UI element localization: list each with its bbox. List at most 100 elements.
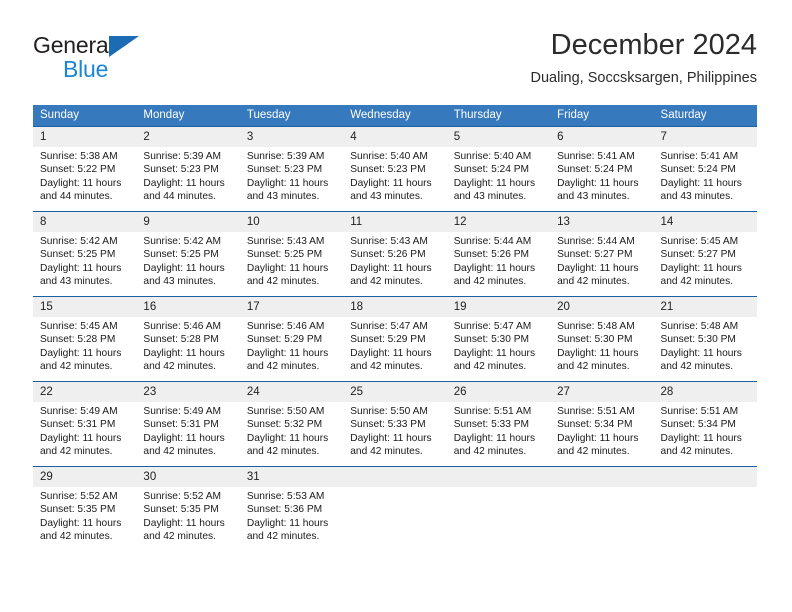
sunrise-text: Sunrise: 5:45 AM bbox=[660, 236, 739, 247]
sunset-text: Sunset: 5:23 PM bbox=[246, 164, 323, 176]
page-subtitle: Dualing, Soccsksargen, Philippines bbox=[530, 70, 758, 86]
day-cell[interactable]: 21 Sunrise: 5:48 AM Sunset: 5:30 PM Dayl… bbox=[653, 296, 757, 382]
daylight-text-line2: and 42 minutes. bbox=[453, 446, 527, 458]
sunrise-text: Sunrise: 5:40 AM bbox=[453, 151, 532, 162]
day-details: Sunrise: 5:39 AM Sunset: 5:23 PM Dayligh… bbox=[136, 147, 239, 204]
sunrise-text: Sunrise: 5:47 AM bbox=[350, 321, 428, 332]
day-number: 5 bbox=[446, 127, 551, 147]
day-cell-empty bbox=[446, 466, 551, 551]
day-cell[interactable]: 7 Sunrise: 5:41 AM Sunset: 5:24 PM Dayli… bbox=[653, 126, 757, 212]
sunrise-text: Sunrise: 5:51 AM bbox=[453, 406, 532, 417]
day-cell[interactable]: 1 Sunrise: 5:38 AM Sunset: 5:22 PM Dayli… bbox=[33, 126, 137, 212]
daylight-text-line1: Daylight: 11 hours bbox=[143, 432, 225, 444]
sunset-text: Sunset: 5:30 PM bbox=[660, 334, 736, 346]
daylight-text-line1: Daylight: 11 hours bbox=[660, 177, 742, 189]
calendar-week-row: 8 Sunrise: 5:42 AM Sunset: 5:25 PM Dayli… bbox=[33, 211, 757, 297]
day-cell[interactable]: 8 Sunrise: 5:42 AM Sunset: 5:25 PM Dayli… bbox=[33, 211, 137, 297]
daylight-text-line2: and 42 minutes. bbox=[246, 531, 320, 543]
day-cell[interactable]: 20 Sunrise: 5:48 AM Sunset: 5:30 PM Dayl… bbox=[550, 296, 654, 382]
weekday-header-thursday: Thursday bbox=[446, 105, 551, 127]
day-cell[interactable]: 26 Sunrise: 5:51 AM Sunset: 5:33 PM Dayl… bbox=[446, 381, 551, 467]
day-number: 26 bbox=[446, 382, 551, 402]
day-cell[interactable]: 28 Sunrise: 5:51 AM Sunset: 5:34 PM Dayl… bbox=[653, 381, 757, 467]
daylight-text-line2: and 43 minutes. bbox=[660, 191, 734, 203]
day-cell[interactable]: 11 Sunrise: 5:43 AM Sunset: 5:26 PM Dayl… bbox=[343, 211, 447, 297]
weekday-header-friday: Friday bbox=[550, 105, 654, 127]
sunset-text: Sunset: 5:29 PM bbox=[246, 334, 323, 346]
calendar-week-row: 22 Sunrise: 5:49 AM Sunset: 5:31 PM Dayl… bbox=[33, 381, 757, 467]
day-cell[interactable]: 29 Sunrise: 5:52 AM Sunset: 5:35 PM Dayl… bbox=[33, 466, 137, 551]
day-number: 2 bbox=[136, 127, 240, 147]
calendar-header-row: Sunday Monday Tuesday Wednesday Thursday… bbox=[33, 105, 757, 127]
day-cell[interactable]: 16 Sunrise: 5:46 AM Sunset: 5:28 PM Dayl… bbox=[136, 296, 240, 382]
day-number: 6 bbox=[550, 127, 654, 147]
sunset-text: Sunset: 5:26 PM bbox=[453, 249, 530, 261]
day-cell[interactable]: 4 Sunrise: 5:40 AM Sunset: 5:23 PM Dayli… bbox=[343, 126, 447, 212]
day-number bbox=[446, 467, 551, 487]
day-cell[interactable]: 24 Sunrise: 5:50 AM Sunset: 5:32 PM Dayl… bbox=[239, 381, 344, 467]
day-cell[interactable]: 12 Sunrise: 5:44 AM Sunset: 5:26 PM Dayl… bbox=[446, 211, 551, 297]
day-cell[interactable]: 19 Sunrise: 5:47 AM Sunset: 5:30 PM Dayl… bbox=[446, 296, 551, 382]
daylight-text-line1: Daylight: 11 hours bbox=[40, 177, 122, 189]
day-number: 10 bbox=[239, 212, 344, 232]
day-cell[interactable]: 10 Sunrise: 5:43 AM Sunset: 5:25 PM Dayl… bbox=[239, 211, 344, 297]
day-cell[interactable]: 6 Sunrise: 5:41 AM Sunset: 5:24 PM Dayli… bbox=[550, 126, 654, 212]
day-cell[interactable]: 5 Sunrise: 5:40 AM Sunset: 5:24 PM Dayli… bbox=[446, 126, 551, 212]
sunrise-text: Sunrise: 5:49 AM bbox=[40, 406, 118, 417]
day-details: Sunrise: 5:38 AM Sunset: 5:22 PM Dayligh… bbox=[33, 147, 136, 204]
day-cell[interactable]: 23 Sunrise: 5:49 AM Sunset: 5:31 PM Dayl… bbox=[136, 381, 240, 467]
day-details: Sunrise: 5:46 AM Sunset: 5:28 PM Dayligh… bbox=[136, 317, 239, 374]
day-cell[interactable]: 18 Sunrise: 5:47 AM Sunset: 5:29 PM Dayl… bbox=[343, 296, 447, 382]
day-cell[interactable]: 27 Sunrise: 5:51 AM Sunset: 5:34 PM Dayl… bbox=[550, 381, 654, 467]
day-cell[interactable]: 30 Sunrise: 5:52 AM Sunset: 5:35 PM Dayl… bbox=[136, 466, 240, 551]
daylight-text-line2: and 44 minutes. bbox=[143, 191, 216, 203]
day-number: 11 bbox=[343, 212, 447, 232]
daylight-text-line2: and 42 minutes. bbox=[350, 276, 423, 288]
daylight-text-line2: and 42 minutes. bbox=[40, 361, 113, 373]
day-cell[interactable]: 9 Sunrise: 5:42 AM Sunset: 5:25 PM Dayli… bbox=[136, 211, 240, 297]
sunset-text: Sunset: 5:23 PM bbox=[350, 164, 426, 176]
day-cell[interactable]: 13 Sunrise: 5:44 AM Sunset: 5:27 PM Dayl… bbox=[550, 211, 654, 297]
day-details: Sunrise: 5:51 AM Sunset: 5:33 PM Dayligh… bbox=[447, 402, 550, 459]
day-cell[interactable]: 31 Sunrise: 5:53 AM Sunset: 5:36 PM Dayl… bbox=[239, 466, 344, 551]
daylight-text-line1: Daylight: 11 hours bbox=[350, 262, 432, 274]
daylight-text-line2: and 42 minutes. bbox=[350, 361, 423, 373]
calendar-week-row: 29 Sunrise: 5:52 AM Sunset: 5:35 PM Dayl… bbox=[33, 466, 757, 551]
daylight-text-line1: Daylight: 11 hours bbox=[40, 432, 122, 444]
page-header: General Blue December 2024 Dualing, Socc… bbox=[33, 28, 757, 98]
daylight-text-line1: Daylight: 11 hours bbox=[557, 262, 639, 274]
day-details: Sunrise: 5:50 AM Sunset: 5:33 PM Dayligh… bbox=[343, 402, 446, 459]
sunset-text: Sunset: 5:23 PM bbox=[143, 164, 219, 176]
sunset-text: Sunset: 5:33 PM bbox=[350, 419, 426, 431]
day-cell[interactable]: 14 Sunrise: 5:45 AM Sunset: 5:27 PM Dayl… bbox=[653, 211, 757, 297]
sunrise-text: Sunrise: 5:52 AM bbox=[143, 491, 222, 502]
day-cell[interactable]: 2 Sunrise: 5:39 AM Sunset: 5:23 PM Dayli… bbox=[136, 126, 240, 212]
daylight-text-line1: Daylight: 11 hours bbox=[557, 432, 639, 444]
daylight-text-line1: Daylight: 11 hours bbox=[143, 517, 225, 529]
day-number: 19 bbox=[446, 297, 551, 317]
day-cell[interactable]: 15 Sunrise: 5:45 AM Sunset: 5:28 PM Dayl… bbox=[33, 296, 137, 382]
day-cell[interactable]: 25 Sunrise: 5:50 AM Sunset: 5:33 PM Dayl… bbox=[343, 381, 447, 467]
daylight-text-line2: and 42 minutes. bbox=[350, 446, 423, 458]
day-details: Sunrise: 5:51 AM Sunset: 5:34 PM Dayligh… bbox=[654, 402, 757, 459]
day-cell[interactable]: 3 Sunrise: 5:39 AM Sunset: 5:23 PM Dayli… bbox=[239, 126, 344, 212]
day-details: Sunrise: 5:47 AM Sunset: 5:29 PM Dayligh… bbox=[343, 317, 446, 374]
day-cell-empty bbox=[653, 466, 757, 551]
daylight-text-line1: Daylight: 11 hours bbox=[143, 347, 225, 359]
day-details: Sunrise: 5:40 AM Sunset: 5:24 PM Dayligh… bbox=[447, 147, 550, 204]
weekday-header-saturday: Saturday bbox=[653, 105, 757, 127]
day-details: Sunrise: 5:44 AM Sunset: 5:27 PM Dayligh… bbox=[550, 232, 653, 289]
day-cell[interactable]: 22 Sunrise: 5:49 AM Sunset: 5:31 PM Dayl… bbox=[33, 381, 137, 467]
daylight-text-line2: and 42 minutes. bbox=[40, 531, 113, 543]
sunrise-text: Sunrise: 5:44 AM bbox=[453, 236, 532, 247]
day-details: Sunrise: 5:48 AM Sunset: 5:30 PM Dayligh… bbox=[550, 317, 653, 374]
sunset-text: Sunset: 5:26 PM bbox=[350, 249, 426, 261]
sunset-text: Sunset: 5:25 PM bbox=[40, 249, 116, 261]
daylight-text-line2: and 43 minutes. bbox=[246, 191, 320, 203]
daylight-text-line1: Daylight: 11 hours bbox=[660, 347, 742, 359]
generalblue-logo[interactable]: General Blue bbox=[33, 33, 213, 85]
day-cell[interactable]: 17 Sunrise: 5:46 AM Sunset: 5:29 PM Dayl… bbox=[239, 296, 344, 382]
day-number: 28 bbox=[653, 382, 757, 402]
sunrise-text: Sunrise: 5:52 AM bbox=[40, 491, 118, 502]
sunset-text: Sunset: 5:28 PM bbox=[40, 334, 116, 346]
